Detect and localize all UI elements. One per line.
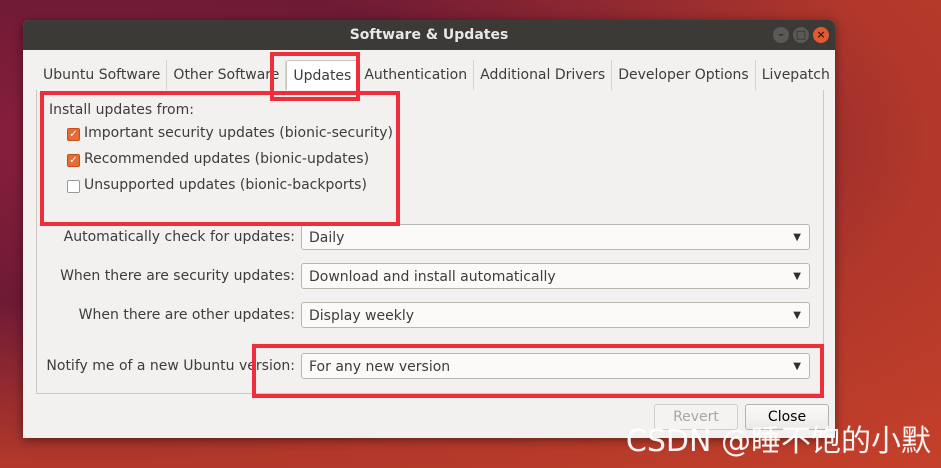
auto-check-combo[interactable]: Daily ▼ bbox=[301, 224, 810, 250]
notify-label: Notify me of a new Ubuntu version: bbox=[46, 358, 295, 374]
security-updates-action-label: When there are security updates: bbox=[60, 268, 295, 284]
security-updates-action-value: Download and install automatically bbox=[309, 269, 556, 285]
unsupported-updates-label[interactable]: Unsupported updates (bionic-backports) bbox=[84, 177, 367, 193]
other-updates-combo[interactable]: Display weekly ▼ bbox=[301, 302, 810, 328]
auto-check-value: Daily bbox=[309, 230, 345, 246]
notify-combo[interactable]: For any new version ▼ bbox=[301, 353, 810, 379]
tab-ubuntu-software[interactable]: Ubuntu Software bbox=[37, 60, 168, 90]
recommended-updates-checkbox[interactable]: ✓ bbox=[67, 154, 80, 167]
tab-developer-options[interactable]: Developer Options bbox=[612, 60, 756, 90]
chevron-down-icon: ▼ bbox=[793, 310, 801, 321]
chevron-down-icon: ▼ bbox=[793, 232, 801, 243]
maximize-icon[interactable]: □ bbox=[793, 27, 809, 43]
auto-check-label: Automatically check for updates: bbox=[63, 229, 295, 245]
csdn-watermark: CSDN @睡不饱的小默 bbox=[625, 424, 931, 459]
tab-updates[interactable]: Updates bbox=[286, 60, 359, 91]
security-updates-checkbox[interactable]: ✓ bbox=[67, 128, 80, 141]
tab-authentication[interactable]: Authentication bbox=[358, 60, 475, 90]
security-updates-label[interactable]: Important security updates (bionic-secur… bbox=[84, 125, 393, 141]
chevron-down-icon: ▼ bbox=[793, 271, 801, 282]
notify-value: For any new version bbox=[309, 359, 451, 375]
software-updates-window: Software & Updates – □ × Ubuntu Software… bbox=[23, 20, 835, 438]
security-updates-action-combo[interactable]: Download and install automatically ▼ bbox=[301, 263, 810, 289]
close-icon[interactable]: × bbox=[813, 27, 829, 43]
recommended-updates-label[interactable]: Recommended updates (bionic-updates) bbox=[84, 151, 369, 167]
install-from-label: Install updates from: bbox=[49, 102, 194, 118]
tab-livepatch[interactable]: Livepatch bbox=[756, 60, 836, 90]
tab-additional-drivers[interactable]: Additional Drivers bbox=[474, 60, 613, 90]
other-updates-label: When there are other updates: bbox=[78, 307, 295, 323]
minimize-icon[interactable]: – bbox=[773, 27, 789, 43]
tab-other-software[interactable]: Other Software bbox=[167, 60, 287, 90]
chevron-down-icon: ▼ bbox=[793, 361, 801, 372]
window-title: Software & Updates bbox=[349, 27, 509, 43]
title-bar[interactable]: Software & Updates – □ × bbox=[23, 20, 835, 50]
tab-bar: Ubuntu Software Other Software Updates A… bbox=[37, 60, 830, 91]
unsupported-updates-checkbox[interactable] bbox=[67, 180, 80, 193]
updates-panel: Install updates from: ✓ Important securi… bbox=[36, 90, 824, 394]
other-updates-value: Display weekly bbox=[309, 308, 415, 324]
